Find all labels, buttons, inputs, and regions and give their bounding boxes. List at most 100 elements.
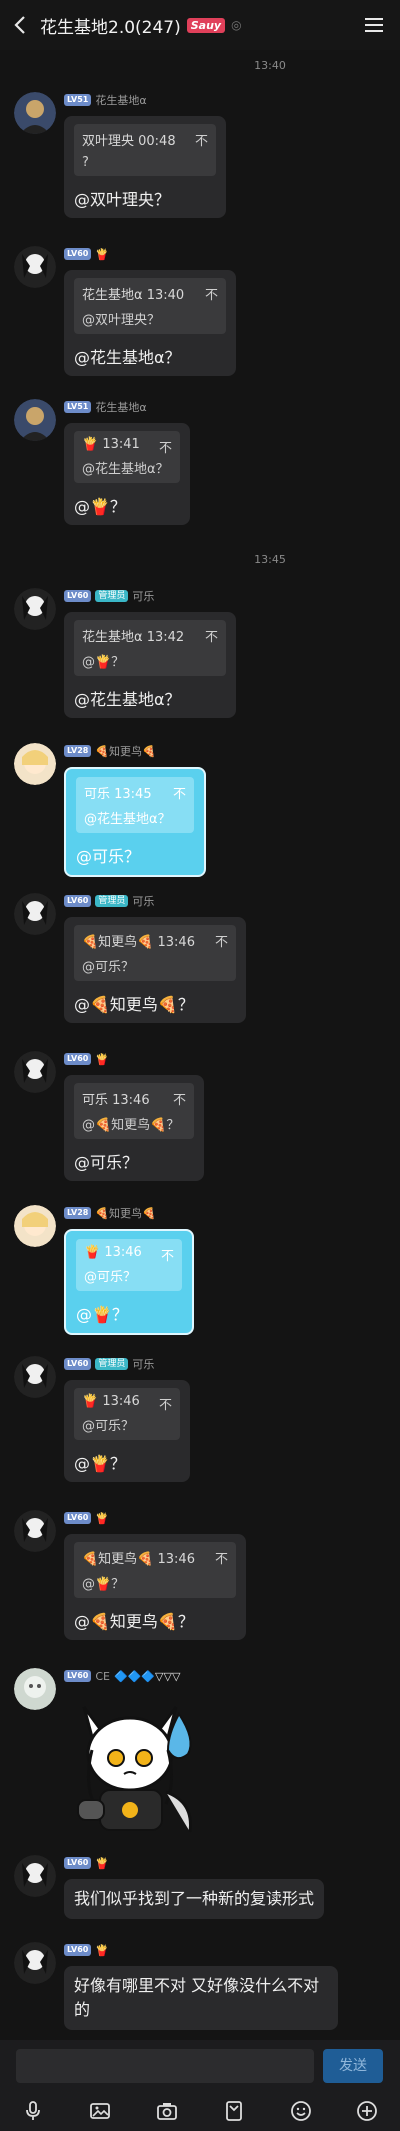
message-bubble[interactable]: 我们似乎找到了一种新的复读形式 — [64, 1879, 324, 1919]
camera-icon — [157, 2103, 177, 2120]
message-text: @花生基地α？ — [74, 348, 181, 367]
message-bubble[interactable]: 好像有哪里不对 又好像没什么不对的 — [64, 1966, 338, 2030]
reply-quote[interactable]: 花生基地α 13:40 @双叶理央？ 不 — [74, 278, 226, 334]
sender-name[interactable]: 花生基地α — [95, 92, 146, 108]
avatar[interactable] — [14, 1942, 56, 1984]
back-icon — [14, 16, 25, 34]
group-badge: Sauy — [186, 17, 226, 33]
voice-button[interactable] — [18, 2096, 48, 2126]
avatar[interactable] — [14, 893, 56, 935]
reply-quote[interactable]: 🍕知更鸟🍕 13:46 @可乐？ 不 — [74, 925, 236, 981]
message-text: @🍟？ — [74, 497, 126, 516]
mic-icon — [26, 2101, 40, 2120]
sender-name[interactable]: 🍟 — [95, 1944, 109, 1957]
avatar[interactable] — [14, 588, 56, 630]
message-bubble[interactable]: 🍟 13:46 @可乐？ 不 @🍟？ — [64, 1229, 194, 1335]
avatar[interactable] — [14, 1205, 56, 1247]
message-text: @🍕知更鸟🍕？ — [74, 1612, 194, 1631]
message-text: @🍟？ — [74, 1454, 126, 1473]
emoji-icon — [291, 2101, 311, 2121]
message-bubble[interactable]: 🍕知更鸟🍕 13:46 @可乐？ 不 @🍕知更鸟🍕？ — [64, 917, 246, 1023]
image-icon — [90, 2103, 110, 2119]
level-badge: LV60 — [64, 1358, 92, 1370]
file-icon — [226, 2101, 242, 2121]
level-badge: LV60 — [64, 1944, 92, 1956]
role-badge: 管理员 — [95, 895, 129, 907]
sticker-image[interactable] — [64, 1692, 214, 1842]
level-badge: LV60 — [64, 895, 92, 907]
message-bubble[interactable]: 🍟 13:41 @花生基地α？ 不 @🍟？ — [64, 423, 190, 525]
image-button[interactable] — [85, 2096, 115, 2126]
sender-name[interactable]: 🍟 — [95, 1053, 109, 1066]
chat-header: 花生基地2.0(247) Sauy ◎ — [0, 0, 400, 50]
avatar[interactable] — [14, 399, 56, 441]
role-badge: 管理员 — [95, 1358, 129, 1370]
composer-bar: 发送 — [0, 2040, 400, 2131]
avatar[interactable] — [14, 1356, 56, 1398]
plus-icon — [357, 2101, 377, 2121]
avatar[interactable] — [14, 1510, 56, 1552]
level-badge: LV60 — [64, 1512, 92, 1524]
back-button[interactable] — [0, 0, 40, 50]
avatar[interactable] — [14, 1051, 56, 1093]
sender-name[interactable]: 🍕知更鸟🍕 — [95, 743, 155, 759]
time-divider: 13:45 — [254, 553, 286, 566]
reply-quote[interactable]: 双叶理央 00:48 ? 不 — [74, 124, 216, 176]
sender-name[interactable]: 可乐 — [132, 1356, 154, 1372]
reply-quote[interactable]: 🍟 13:46 @可乐？ 不 — [74, 1388, 180, 1440]
reply-quote[interactable]: 可乐 13:45 @花生基地α？ 不 — [76, 777, 194, 833]
level-badge: LV60 — [64, 590, 92, 602]
sender-name[interactable]: 🍟 — [95, 1512, 109, 1525]
level-badge: LV28 — [64, 1207, 92, 1219]
level-badge: LV60 — [64, 1857, 92, 1869]
location-icon: ◎ — [231, 18, 242, 32]
message-text: @花生基地α？ — [74, 690, 181, 709]
avatar[interactable] — [14, 1855, 56, 1897]
reply-quote[interactable]: 🍕知更鸟🍕 13:46 @🍟？ 不 — [74, 1542, 236, 1598]
message-input[interactable] — [16, 2049, 314, 2083]
level-badge: LV60 — [64, 248, 92, 260]
avatar[interactable] — [14, 743, 56, 785]
group-title[interactable]: 花生基地2.0(247) — [40, 13, 181, 38]
message-bubble[interactable]: 可乐 13:46 @🍕知更鸟🍕？ 不 @可乐？ — [64, 1075, 204, 1181]
reply-quote[interactable]: 可乐 13:46 @🍕知更鸟🍕？ 不 — [74, 1083, 194, 1139]
level-badge: LV60 — [64, 1053, 92, 1065]
message-bubble[interactable]: 双叶理央 00:48 ? 不 @双叶理央？ — [64, 116, 226, 218]
sender-name[interactable]: 🍟 — [95, 248, 109, 261]
level-badge: LV51 — [64, 401, 92, 413]
send-button[interactable]: 发送 — [323, 2049, 383, 2083]
level-badge: LV60 — [64, 1670, 92, 1682]
message-text: @🍕知更鸟🍕？ — [74, 995, 194, 1014]
name-decoration: 🔷🔷🔷▽▽▽ — [113, 1669, 181, 1683]
message-bubble[interactable]: 可乐 13:45 @花生基地α？ 不 @可乐？ — [64, 767, 206, 877]
message-bubble[interactable]: 🍕知更鸟🍕 13:46 @🍟？ 不 @🍕知更鸟🍕？ — [64, 1534, 246, 1640]
reply-quote[interactable]: 花生基地α 13:42 @🍟？ 不 — [74, 620, 226, 676]
avatar[interactable] — [14, 92, 56, 134]
reply-quote[interactable]: 🍟 13:41 @花生基地α？ 不 — [74, 431, 180, 483]
avatar[interactable] — [14, 246, 56, 288]
level-badge: LV51 — [64, 94, 92, 106]
sender-name[interactable]: 🍕知更鸟🍕 — [95, 1205, 155, 1221]
sender-name[interactable]: CE — [95, 1670, 110, 1683]
camera-button[interactable] — [152, 2096, 182, 2126]
message-bubble[interactable]: 🍟 13:46 @可乐？ 不 @🍟？ — [64, 1380, 190, 1482]
message-text: 好像有哪里不对 又好像没什么不对的 — [74, 1976, 320, 2019]
sender-name[interactable]: 可乐 — [132, 588, 154, 604]
message-bubble[interactable]: 花生基地α 13:40 @双叶理央？ 不 @花生基地α？ — [64, 270, 236, 376]
reply-quote[interactable]: 🍟 13:46 @可乐？ 不 — [76, 1239, 182, 1291]
sender-name[interactable]: 花生基地α — [95, 399, 146, 415]
level-badge: LV28 — [64, 745, 92, 757]
menu-icon — [365, 18, 383, 32]
menu-button[interactable] — [362, 13, 386, 37]
message-bubble[interactable]: 花生基地α 13:42 @🍟？ 不 @花生基地α？ — [64, 612, 236, 718]
file-button[interactable] — [219, 2096, 249, 2126]
message-text: 我们似乎找到了一种新的复读形式 — [74, 1889, 315, 1908]
emoji-button[interactable] — [286, 2096, 316, 2126]
time-divider: 13:40 — [254, 59, 286, 72]
sender-name[interactable]: 🍟 — [95, 1857, 109, 1870]
more-button[interactable] — [352, 2096, 382, 2126]
role-badge: 管理员 — [95, 590, 129, 602]
toolbar — [0, 2096, 400, 2126]
avatar[interactable] — [14, 1668, 56, 1710]
sender-name[interactable]: 可乐 — [132, 893, 154, 909]
